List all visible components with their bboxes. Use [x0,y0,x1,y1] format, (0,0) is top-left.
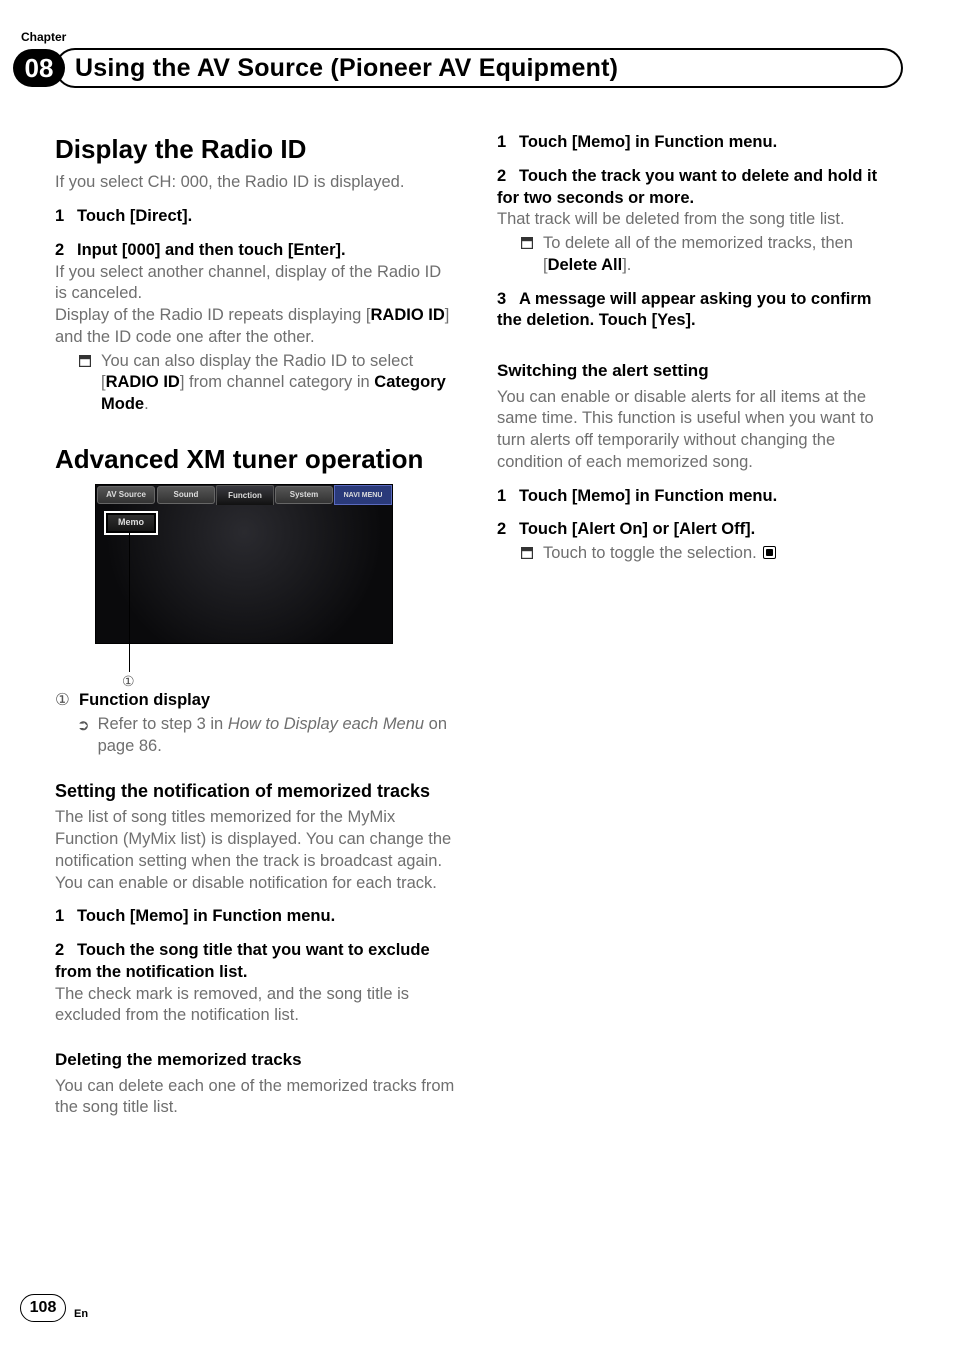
step-delete-1: 1Touch [Memo] in Function menu. [497,132,899,154]
step-memo-1: 1Touch [Memo] in Function menu. [55,906,457,928]
step-alert-1: 1Touch [Memo] in Function menu. [497,486,899,508]
step-text: A message will appear asking you to conf… [497,290,871,330]
step-1: 1Touch [Direct]. [55,206,457,228]
step-delete-3: 3A message will appear asking you to con… [497,289,899,333]
heading-advanced-xm: Advanced XM tuner operation [55,442,457,476]
body-text: If you select another channel, display o… [55,262,457,306]
left-column: Display the Radio ID If you select CH: 0… [55,132,457,1119]
end-of-section-icon [763,546,776,559]
tab-function[interactable]: Function [216,485,274,505]
step-memo-2: 2Touch the song title that you want to e… [55,940,457,984]
step-1-text: Touch [Direct]. [77,207,192,225]
heading-switching-alert: Switching the alert setting [497,360,899,382]
page-footer: 108 En [20,1294,88,1322]
memo-button[interactable]: Memo [104,511,158,535]
reference-row: ➲ Refer to step 3 in How to Display each… [55,714,457,758]
chapter-label: Chapter [21,30,899,44]
note-bullet: To delete all of the memorized tracks, t… [497,233,899,277]
legend-item-1: ① Function display [55,690,457,712]
tab-av-source[interactable]: AV Source [97,486,155,504]
callout-line [129,532,130,672]
step-text: Touch the song title that you want to ex… [55,941,430,981]
page-number: 108 [20,1294,66,1322]
text-fragment: Touch to toggle the selection. [543,544,757,562]
reference-arrow-icon: ➲ [77,714,90,758]
step-alert-2: 2Touch [Alert On] or [Alert Off]. [497,519,899,541]
right-column: 1Touch [Memo] in Function menu. 2Touch t… [497,132,899,1119]
function-screenshot: AV Source Sound Function System NAVI MEN… [95,484,393,680]
note-text: Touch to toggle the selection. [543,543,776,565]
step-text: Touch [Alert On] or [Alert Off]. [519,520,755,538]
body-text: If you select CH: 000, the Radio ID is d… [55,172,457,194]
text-bold: RADIO ID [106,373,180,391]
tab-navi-menu[interactable]: NAVI MENU [334,485,392,505]
body-text: Display of the Radio ID repeats displayi… [55,305,457,349]
callout-number: ① [122,672,135,690]
page-language: En [74,1308,88,1322]
text-fragment: Refer to step 3 in [98,715,228,733]
note-text: To delete all of the memorized tracks, t… [543,233,899,277]
step-text: Touch [Memo] in Function menu. [519,133,777,151]
note-icon [77,351,93,416]
note-bullet: You can also display the Radio ID to sel… [55,351,457,416]
text-bold: RADIO ID [371,306,445,324]
step-2-text: Input [000] and then touch [Enter]. [77,241,346,259]
text-italic: How to Display each Menu [228,715,424,733]
chapter-number-badge: 08 [13,49,65,87]
text-bold: Delete All [548,256,623,274]
reference-text: Refer to step 3 in How to Display each M… [98,714,457,758]
step-text: Touch [Memo] in Function menu. [519,487,777,505]
step-text: Touch [Memo] in Function menu. [77,907,335,925]
text-fragment: Display of the Radio ID repeats displayi… [55,306,371,324]
screenshot-tabs: AV Source Sound Function System NAVI MEN… [96,485,392,505]
chapter-title-pill: Using the AV Source (Pioneer AV Equipmen… [55,48,899,88]
step-text: Touch the track you want to delete and h… [497,167,877,207]
note-icon [519,233,535,277]
body-text: You can enable or disable alerts for all… [497,387,899,474]
heading-deleting-tracks: Deleting the memorized tracks [55,1049,457,1071]
heading-display-radio-id: Display the Radio ID [55,132,457,166]
body-text: You can delete each one of the memorized… [55,1076,457,1120]
body-text: That track will be deleted from the song… [497,209,899,231]
chapter-title: Using the AV Source (Pioneer AV Equipmen… [75,54,618,83]
step-2: 2Input [000] and then touch [Enter]. [55,240,457,262]
chapter-header: 08 Using the AV Source (Pioneer AV Equip… [13,48,899,88]
text-fragment: ]. [622,256,631,274]
tab-sound[interactable]: Sound [157,486,215,504]
tab-system[interactable]: System [275,486,333,504]
legend-number: ① [55,690,73,712]
note-bullet: Touch to toggle the selection. [497,543,899,565]
note-text: You can also display the Radio ID to sel… [101,351,457,416]
step-delete-2: 2Touch the track you want to delete and … [497,166,899,210]
note-icon [519,543,535,565]
text-fragment: . [144,395,149,413]
heading-setting-notification: Setting the notification of memorized tr… [55,780,457,804]
legend-label: Function display [79,690,210,712]
text-fragment: ] from channel category in [180,373,374,391]
body-text: The list of song titles memorized for th… [55,807,457,894]
body-text: The check mark is removed, and the song … [55,984,457,1028]
